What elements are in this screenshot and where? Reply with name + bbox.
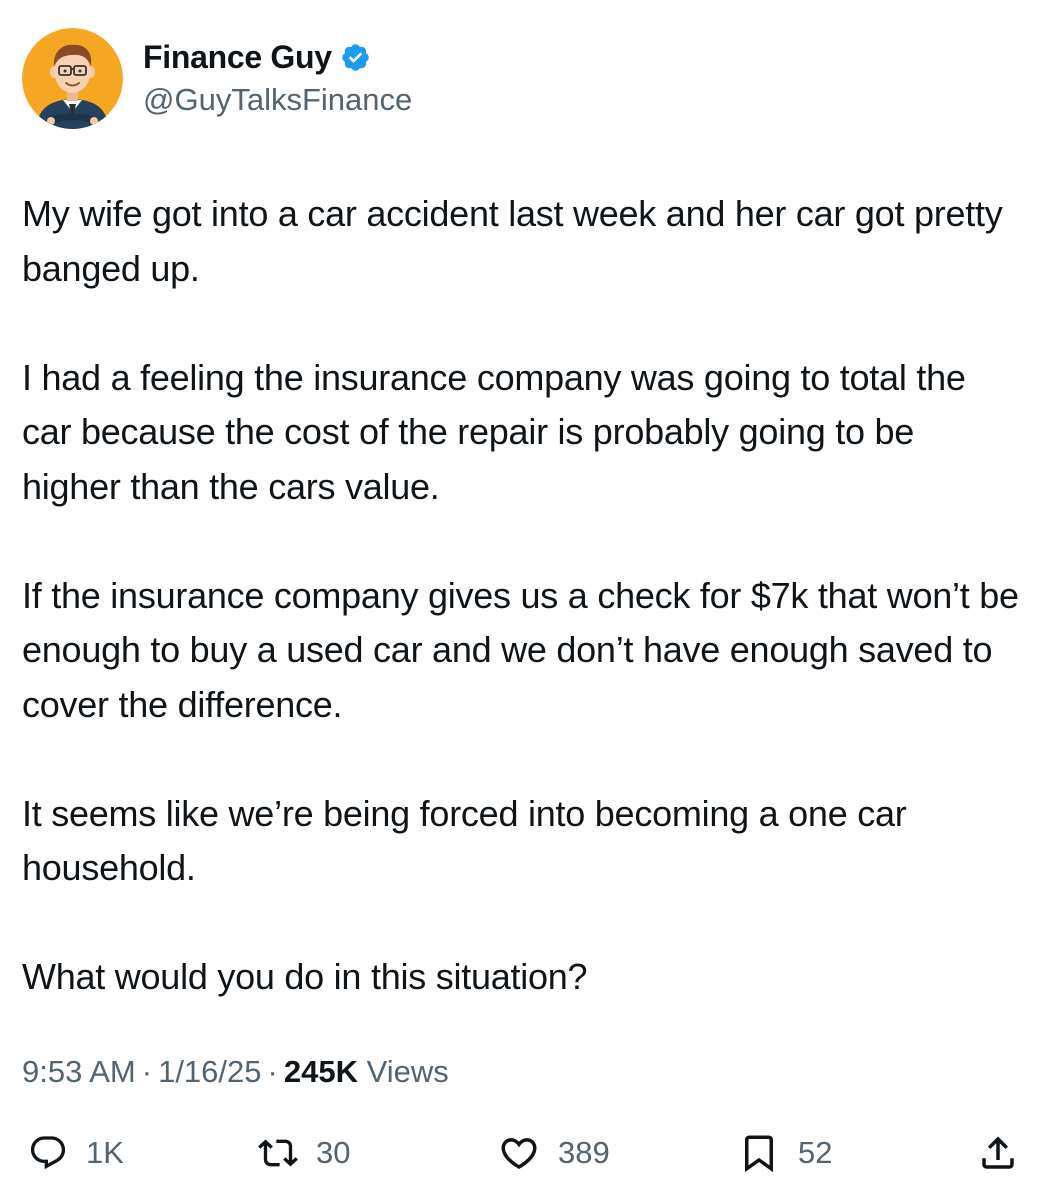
tweet-time[interactable]: 9:53 AM xyxy=(22,1054,136,1089)
tweet: Finance Guy @GuyTalksFinance My wife got… xyxy=(0,0,1045,1200)
tweet-paragraph: If the insurance company gives us a chec… xyxy=(22,574,1029,725)
tweet-actions: 1K 30 389 52 xyxy=(22,1125,1022,1181)
tweet-header: Finance Guy @GuyTalksFinance xyxy=(22,28,412,129)
share-icon xyxy=(982,1136,1014,1169)
tweet-date[interactable]: 1/16/25 xyxy=(158,1054,261,1089)
author-name-row: Finance Guy xyxy=(143,37,412,79)
reply-icon xyxy=(30,1136,66,1170)
verified-badge-icon[interactable] xyxy=(340,42,371,73)
tweet-metadata: 9:53 AM · 1/16/25 · 245K Views xyxy=(22,1050,449,1094)
repost-count: 30 xyxy=(316,1135,351,1170)
repost-button[interactable]: 30 xyxy=(258,1125,350,1181)
author-handle[interactable]: @GuyTalksFinance xyxy=(143,79,412,121)
tweet-paragraph: My wife got into a car accident last wee… xyxy=(22,193,1013,289)
views-count: 245K xyxy=(283,1054,358,1089)
meta-separator: · xyxy=(267,1054,278,1089)
meta-separator: · xyxy=(141,1054,153,1089)
bookmark-button[interactable]: 52 xyxy=(738,1125,832,1181)
cartoon-man-with-glasses-avatar-icon xyxy=(22,28,123,129)
author-display-name[interactable]: Finance Guy xyxy=(143,39,332,76)
tweet-paragraph: It seems like we’re being forced into be… xyxy=(22,792,917,889)
reply-count: 1K xyxy=(86,1135,124,1170)
bookmark-icon xyxy=(745,1135,773,1173)
tweet-paragraph: I had a feeling the insurance company wa… xyxy=(22,356,976,507)
like-count: 389 xyxy=(558,1135,610,1170)
author-identity: Finance Guy @GuyTalksFinance xyxy=(143,37,412,121)
views-label: Views xyxy=(366,1054,449,1089)
share-button[interactable] xyxy=(977,1125,1019,1181)
tweet-text: My wife got into a car accident last wee… xyxy=(22,187,1022,1005)
tweet-paragraph: What would you do in this situation? xyxy=(22,956,588,997)
bookmark-count: 52 xyxy=(798,1135,833,1170)
heart-icon xyxy=(501,1138,537,1170)
reply-button[interactable]: 1K xyxy=(28,1125,124,1181)
author-avatar[interactable] xyxy=(22,28,123,129)
repost-icon xyxy=(258,1139,298,1167)
like-button[interactable]: 389 xyxy=(498,1125,610,1181)
